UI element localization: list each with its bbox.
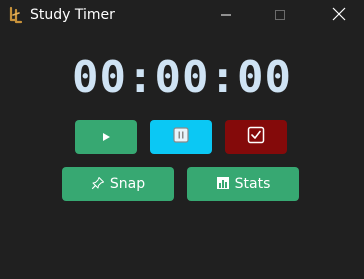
snap-label: Snap — [109, 176, 146, 192]
title-bar[interactable]: Study Timer — [0, 0, 364, 30]
maximize-button[interactable] — [257, 0, 303, 30]
timer-display: 00:00:00 — [72, 52, 292, 103]
close-icon — [332, 6, 346, 25]
bar-chart-icon — [216, 175, 230, 194]
study-timer-window: Study Timer 00:00:00 Snap Stats — [0, 0, 364, 279]
start-button[interactable] — [75, 120, 137, 154]
stats-label: Stats — [234, 176, 271, 192]
app-logo-icon — [7, 6, 25, 24]
minimize-icon — [220, 6, 232, 25]
pin-icon — [91, 175, 105, 194]
pause-icon — [173, 127, 189, 147]
close-button[interactable] — [316, 0, 362, 30]
stop-button[interactable] — [225, 120, 287, 154]
stats-button[interactable]: Stats — [187, 167, 299, 201]
pause-button[interactable] — [150, 120, 212, 154]
minimize-button[interactable] — [203, 0, 249, 30]
checkbox-icon — [247, 126, 265, 148]
maximize-icon — [274, 6, 286, 25]
play-icon — [100, 128, 112, 147]
window-title: Study Timer — [30, 7, 115, 23]
snap-button[interactable]: Snap — [62, 167, 174, 201]
